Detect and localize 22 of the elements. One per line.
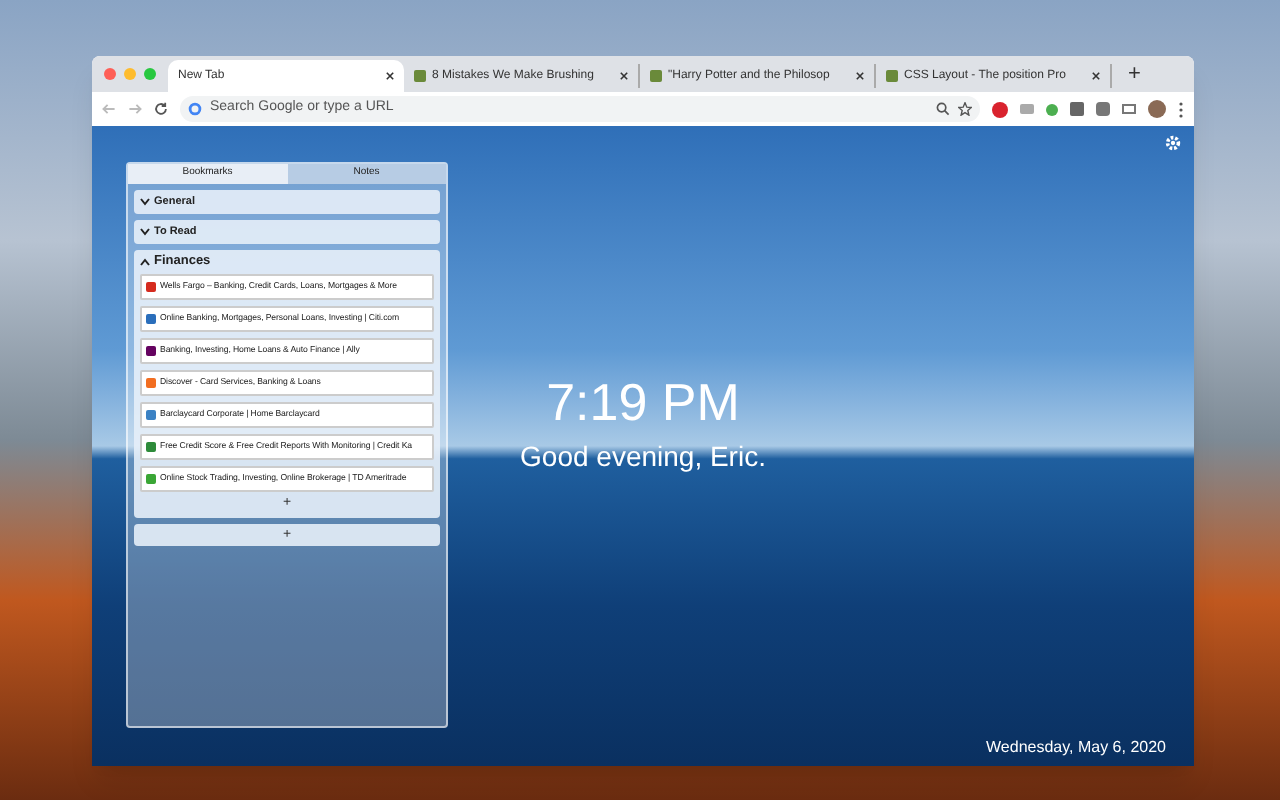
close-tab-icon[interactable] <box>856 72 864 80</box>
close-tab-icon[interactable] <box>1092 72 1100 80</box>
chevron-icon <box>140 228 150 236</box>
clock-time: 7:19 PM <box>546 376 740 428</box>
google-logo-icon <box>188 102 202 116</box>
favicon-icon <box>414 70 426 82</box>
close-tab-icon[interactable] <box>386 72 394 80</box>
star-icon[interactable] <box>958 102 972 116</box>
new-tab-button[interactable]: + <box>1128 57 1141 91</box>
cast-icon[interactable] <box>1122 104 1136 114</box>
settings-icon[interactable] <box>1164 134 1182 152</box>
greeting-text: Good evening, Eric. <box>520 438 766 476</box>
reload-icon[interactable] <box>154 102 168 116</box>
favicon-icon <box>650 70 662 82</box>
avatar-icon[interactable] <box>1148 100 1166 118</box>
close-tab-icon[interactable] <box>620 72 628 80</box>
date-text: Wednesday, May 6, 2020 <box>986 736 1166 760</box>
favicon-icon <box>886 70 898 82</box>
menu-icon[interactable] <box>1178 101 1184 117</box>
chevron-icon <box>140 198 150 206</box>
chevron-icon <box>140 258 150 266</box>
search-icon[interactable] <box>936 102 950 116</box>
